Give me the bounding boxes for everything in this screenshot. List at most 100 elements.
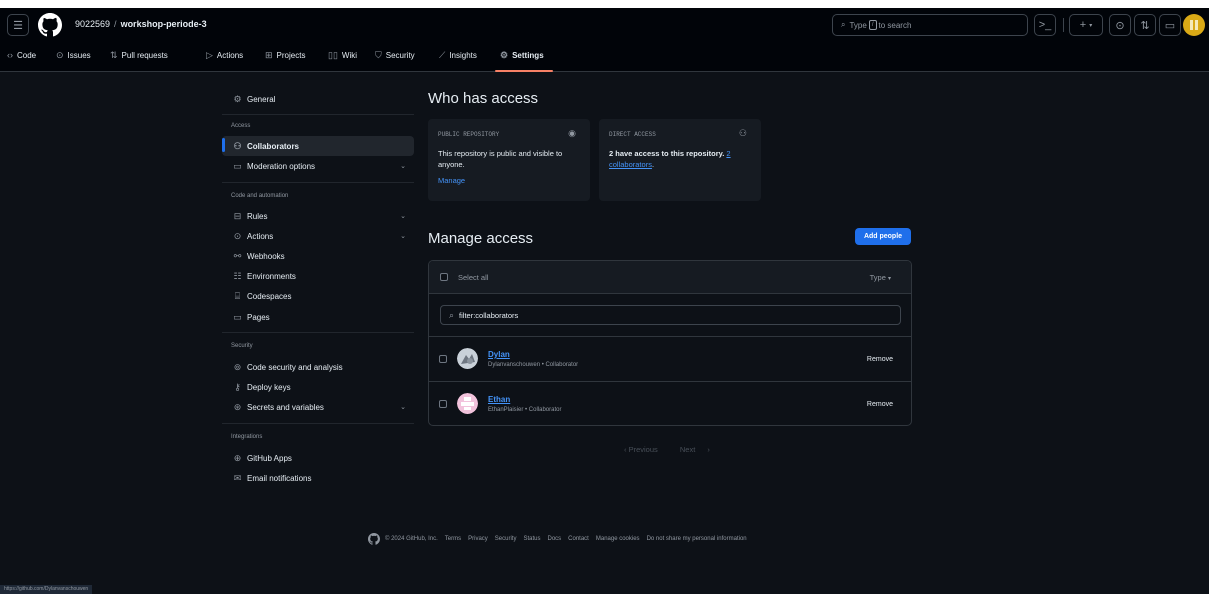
tab-security[interactable]: ⛉ Security bbox=[375, 50, 415, 61]
manage-access-panel: Select all Type ▾ ⌕ filter:collaborators… bbox=[428, 260, 912, 426]
sidebar-item-label: Webhooks bbox=[247, 251, 285, 261]
chevron-down-icon: ▾ bbox=[1089, 22, 1093, 29]
footer-copyright: © 2024 GitHub, Inc. bbox=[385, 536, 438, 542]
page: ☰ 9022569 / workshop-periode-3 ⌕ Type / to… bbox=[0, 0, 1209, 594]
create-new-button[interactable]: + ▾ bbox=[1069, 14, 1103, 36]
collaborators-link[interactable]: collaborators bbox=[609, 160, 652, 169]
sidebar-item-webhooks[interactable]: ⚯ Webhooks bbox=[222, 246, 414, 266]
book-icon: ▯▯ bbox=[328, 50, 338, 60]
footer-link-contact[interactable]: Contact bbox=[568, 536, 589, 542]
collaborators-count-link[interactable]: 2 bbox=[726, 149, 730, 158]
sidebar-item-moderation[interactable]: ▭ Moderation options ⌄ bbox=[222, 156, 414, 176]
avatar[interactable] bbox=[1183, 14, 1205, 36]
pull-requests-icon[interactable]: ⇅ bbox=[1134, 14, 1156, 36]
tab-label: Wiki bbox=[341, 51, 358, 60]
github-logo-icon[interactable] bbox=[38, 13, 62, 37]
sidebar-section-access: Access bbox=[231, 123, 251, 129]
tab-label: Pull requests bbox=[121, 51, 168, 60]
manage-link[interactable]: Manage bbox=[438, 175, 465, 186]
graph-icon: ⟋ bbox=[439, 50, 446, 60]
tab-label: Actions bbox=[216, 51, 244, 60]
add-people-button[interactable]: Add people bbox=[855, 228, 911, 245]
collaborator-name[interactable]: Ethan bbox=[488, 395, 510, 404]
hamburger-icon[interactable]: ☰ bbox=[7, 14, 29, 36]
remove-button[interactable]: Remove bbox=[867, 356, 893, 363]
breadcrumb-repo[interactable]: workshop-periode-3 bbox=[121, 19, 207, 29]
sidebar-item-label: Collaborators bbox=[247, 141, 300, 151]
main-content: ⚙ General Access ⚇ Collaborators ▭ Moderati… bbox=[0, 72, 1209, 594]
footer-link-docs[interactable]: Docs bbox=[548, 536, 562, 542]
chevron-down-icon: ⌄ bbox=[400, 404, 406, 411]
row-checkbox[interactable] bbox=[439, 355, 447, 363]
sidebar-item-secrets[interactable]: ⊛ Secrets and variables ⌄ bbox=[222, 397, 414, 417]
top-margin bbox=[0, 0, 1209, 8]
codespaces-icon: ⌸ bbox=[234, 290, 241, 301]
tab-label: Insights bbox=[449, 51, 477, 60]
sidebar-item-deploy-keys[interactable]: ⚷ Deploy keys bbox=[222, 377, 414, 397]
type-filter-dropdown[interactable]: Type ▾ bbox=[870, 273, 891, 282]
sidebar-item-general[interactable]: ⚙ General bbox=[222, 89, 414, 109]
sidebar-divider bbox=[222, 114, 414, 115]
collaborator-name[interactable]: Dylan bbox=[488, 350, 510, 359]
command-palette-icon[interactable]: >_ bbox=[1034, 14, 1056, 36]
footer-link-manage-cookies[interactable]: Manage cookies bbox=[596, 536, 640, 542]
sidebar-item-rules[interactable]: ⊟ Rules ⌄ bbox=[222, 206, 414, 226]
people-icon: ⚇ bbox=[233, 140, 242, 151]
tab-code[interactable]: ‹› Code bbox=[7, 50, 36, 60]
direct-access-card: DIRECT ACCESS ⚇ 2 have access to this re… bbox=[599, 119, 761, 201]
collaborator-meta: EthanPlaisier • Collaborator bbox=[488, 407, 562, 413]
footer-link-security[interactable]: Security bbox=[495, 536, 517, 542]
search-icon: ⌕ bbox=[841, 20, 846, 29]
previous-button[interactable]: ‹ Previous bbox=[624, 445, 668, 454]
tab-wiki[interactable]: ▯▯ Wiki bbox=[328, 50, 357, 61]
sidebar-item-label: Email notifications bbox=[247, 473, 312, 483]
tab-settings[interactable]: ⚙ Settings bbox=[500, 50, 544, 61]
card-label: DIRECT ACCESS bbox=[609, 131, 656, 138]
tab-actions[interactable]: ▷ Actions bbox=[206, 50, 243, 61]
select-all-checkbox[interactable] bbox=[440, 273, 448, 281]
tab-insights[interactable]: ⟋ Insights bbox=[439, 50, 477, 61]
footer-link-status[interactable]: Status bbox=[523, 536, 540, 542]
avatar[interactable] bbox=[457, 393, 478, 414]
card-text: 2 have access to this repository. 2 coll… bbox=[609, 148, 751, 170]
remove-button[interactable]: Remove bbox=[867, 401, 893, 408]
eye-icon: ◉ bbox=[568, 128, 576, 138]
sidebar-item-code-security[interactable]: ⊚ Code security and analysis bbox=[222, 357, 414, 377]
sidebar-item-label: Moderation options bbox=[247, 161, 316, 171]
github-logo-icon[interactable] bbox=[368, 533, 380, 545]
sidebar-item-collaborators[interactable]: ⚇ Collaborators bbox=[222, 136, 414, 156]
footer-link-privacy[interactable]: Privacy bbox=[468, 536, 488, 542]
issues-icon[interactable]: ⊙ bbox=[1109, 14, 1131, 36]
footer-link-do-not-share[interactable]: Do not share my personal information bbox=[647, 536, 747, 542]
issue-icon: ⊙ bbox=[56, 50, 64, 60]
sidebar-item-actions[interactable]: ⊙ Actions ⌄ bbox=[222, 226, 414, 246]
table-icon: ⊞ bbox=[265, 50, 273, 60]
pagination: ‹ Previous Next › bbox=[624, 445, 720, 454]
direct-access-text: 2 have access to this repository. bbox=[609, 149, 725, 158]
sidebar-item-email[interactable]: ✉ Email notifications bbox=[222, 468, 414, 488]
search-input[interactable]: ⌕ Type / to search bbox=[832, 14, 1028, 36]
filter-input[interactable]: ⌕ filter:collaborators bbox=[440, 305, 901, 325]
people-icon: ⚇ bbox=[738, 128, 747, 138]
next-button[interactable]: Next › bbox=[680, 445, 710, 454]
row-checkbox[interactable] bbox=[439, 400, 447, 408]
sidebar-item-pages[interactable]: ▭ Pages bbox=[222, 307, 414, 327]
tab-pull-requests[interactable]: ⇅ Pull requests bbox=[110, 50, 168, 61]
sidebar-item-codespaces[interactable]: ⌸ Codespaces bbox=[222, 286, 414, 306]
plus-icon: + bbox=[1079, 19, 1087, 31]
inbox-icon[interactable]: ▭ bbox=[1159, 14, 1181, 36]
apps-icon: ⊕ bbox=[233, 452, 242, 463]
sidebar-item-label: General bbox=[247, 94, 276, 104]
avatar[interactable] bbox=[457, 348, 478, 369]
mail-icon: ✉ bbox=[233, 472, 242, 483]
sidebar-item-github-apps[interactable]: ⊕ GitHub Apps bbox=[222, 448, 414, 468]
footer-link-terms[interactable]: Terms bbox=[445, 536, 461, 542]
sidebar-item-environments[interactable]: ☷ Environments bbox=[222, 266, 414, 286]
collaborator-row: Ethan EthanPlaisier • Collaborator Remov… bbox=[429, 381, 911, 425]
breadcrumb-owner[interactable]: 9022569 bbox=[75, 19, 110, 29]
tab-label: Code bbox=[17, 50, 37, 60]
tab-label: Projects bbox=[276, 51, 306, 60]
tab-projects[interactable]: ⊞ Projects bbox=[265, 50, 305, 61]
sidebar-item-label: Code security and analysis bbox=[247, 362, 343, 372]
tab-issues[interactable]: ⊙ Issues bbox=[56, 50, 91, 61]
